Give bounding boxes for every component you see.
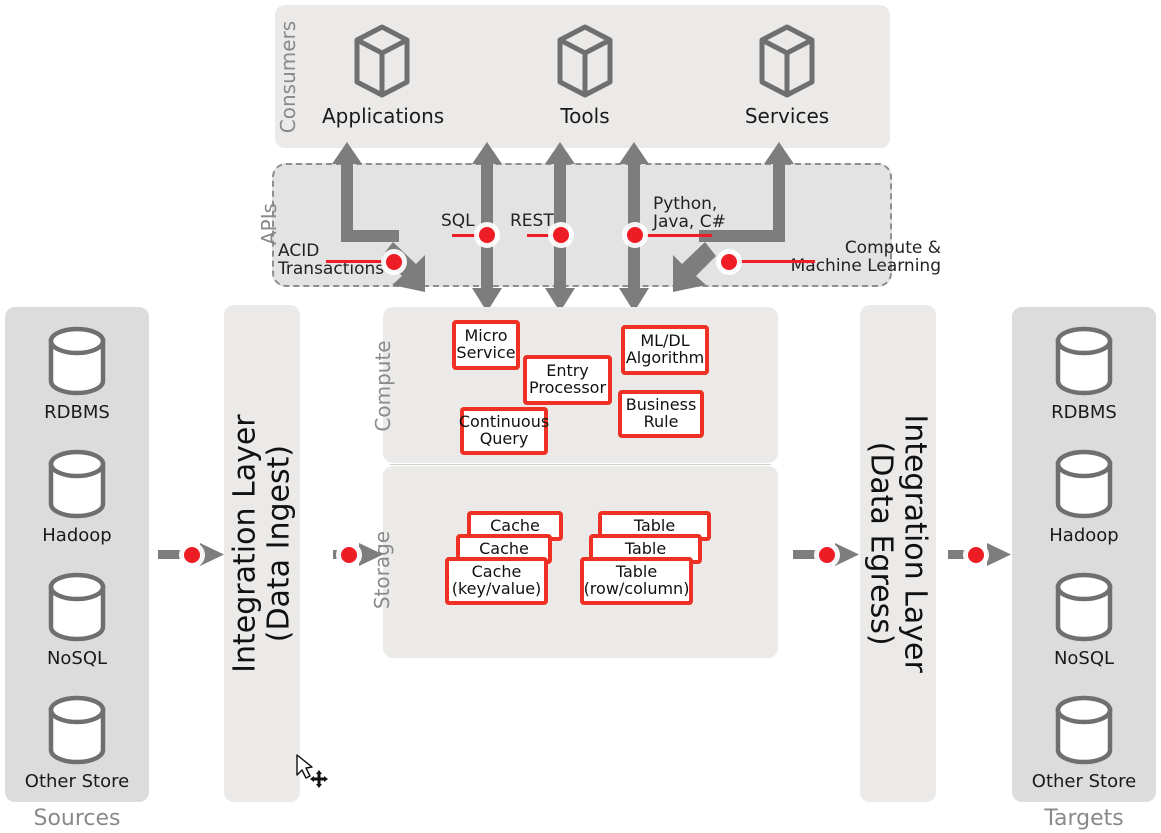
sources-item-other-store[interactable]: Other Store [5,694,149,799]
consumer-item-tools[interactable]: Tools [525,22,645,132]
consumer-item-label: Applications [322,104,445,128]
compute-box-text: Business Rule [626,396,697,431]
sources-item-rdbms[interactable]: RDBMS [5,325,149,430]
api-connector-dot-rest [553,227,569,243]
storage-section-label-text: Storage [370,530,394,610]
consumer-item-applications[interactable]: Applications [322,22,445,132]
targets-item-rdbms[interactable]: RDBMS [1012,325,1156,430]
cache-stack-front-line2: (key/value) [451,579,542,598]
compute-box-line2: Processor [528,378,607,397]
compute-box-business-rule[interactable]: Business Rule [618,390,704,438]
flow-arrows [158,543,1011,566]
compute-section-label-text: Compute [371,340,395,432]
flow-dot-sources-to-ingest [184,547,200,563]
cube-icon [322,22,442,100]
database-cylinder-icon [5,325,149,397]
cube-icon [525,22,645,100]
api-label-languages: Python, Java, C# [653,195,773,238]
targets-item-label: Other Store [1031,771,1137,792]
targets-item-label: RDBMS [1051,402,1117,423]
targets-item-other-store[interactable]: Other Store [1012,694,1156,799]
targets-item-nosql[interactable]: NoSQL [1012,571,1156,676]
database-cylinder-icon [5,694,149,766]
sources-item-label: Other Store [24,771,130,792]
database-cylinder-icon [1012,694,1156,766]
consumers-section-label-text: Consumers [276,20,300,134]
consumer-item-services[interactable]: Services [727,22,847,132]
api-connector-line-compute-ml [731,260,815,263]
api-connector-dot-compute-ml [721,254,737,270]
api-label-rest: REST [510,211,554,231]
sources-footer-label: Sources [33,806,121,831]
api-label-sql: SQL [441,211,475,231]
compute-box-line2: Service [456,343,516,362]
compute-section-label: Compute [318,340,448,431]
consumer-item-label: Tools [560,104,610,128]
flow-dot-ingest-to-storage [341,547,357,563]
compute-box-ml-dl-algorithm[interactable]: ML/DL Algorithm [621,325,709,375]
compute-storage-divider [390,464,771,465]
apis-arrows [332,142,794,312]
flow-dot-egress-to-targets [968,547,984,563]
api-connector-dot-sql [479,227,495,243]
compute-box-line2: Algorithm [625,348,705,367]
compute-box-text: Entry Processor [528,362,607,397]
api-label-languages-line2: Java, C# [653,211,726,232]
targets-footer-label: Targets [1044,806,1124,831]
sources-item-label: RDBMS [44,402,110,423]
consumer-item-label: Services [744,104,830,128]
compute-box-micro-service[interactable]: Micro Service [452,320,520,370]
database-cylinder-icon [1012,448,1156,520]
flow-dot-storage-to-egress [819,547,835,563]
database-cylinder-icon [1012,571,1156,643]
api-label-acid: ACID Transactions [278,242,478,283]
move-resize-icon [310,770,328,788]
api-connector-dot-acid [386,254,402,270]
api-connector-dot-languages [627,227,643,243]
compute-box-text: Continuous Query [459,413,549,448]
cube-icon [727,22,847,100]
compute-box-continuous-query[interactable]: Continuous Query [459,407,549,455]
compute-box-line2: Rule [643,412,679,431]
compute-box-text: ML/DL Algorithm [625,332,705,367]
api-connector-line-languages [640,234,712,237]
compute-box-text: Micro Service [456,327,516,362]
targets-item-hadoop[interactable]: Hadoop [1012,448,1156,553]
sources-item-label: NoSQL [46,648,108,669]
api-label-acid-line2: Transactions [278,258,385,279]
compute-box-entry-processor[interactable]: Entry Processor [523,355,612,405]
targets-item-label: NoSQL [1053,648,1115,669]
database-cylinder-icon [1012,325,1156,397]
cache-stack-back-2-label: Cache [490,515,540,535]
compute-box-line2: Query [479,429,529,448]
